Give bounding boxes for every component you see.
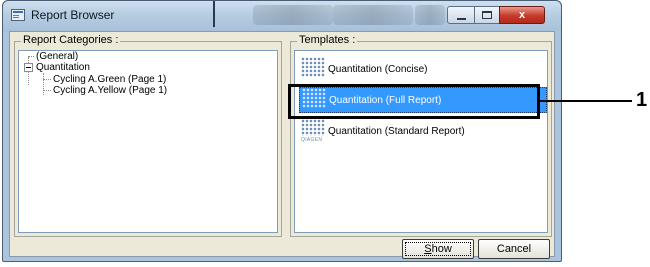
maximize-button[interactable] [474,6,500,24]
close-icon: x [518,9,526,21]
window-title: Report Browser [31,8,115,22]
template-icon [301,57,325,81]
template-label: Quantitation (Concise) [328,64,428,75]
template-item-standard-report[interactable]: QIAGEN Quantitation (Standard Report) [299,119,547,145]
tree-connector [28,56,34,57]
tree-connector [43,79,51,80]
tree-item-general[interactable]: (General) [36,51,78,62]
templates-group: Templates : Quantitation (Concise) Quant… [290,34,552,237]
tree-connector [43,90,51,91]
show-button[interactable]: Show [402,239,474,259]
tree-item-cycling-green[interactable]: Cycling A.Green (Page 1) [53,74,166,85]
background-window-title [253,5,333,25]
report-browser-window: Report Browser x Report Categories : (Ge… [2,0,562,262]
template-label: Quantitation (Standard Report) [328,126,465,137]
qiagen-template-icon: QIAGEN [301,119,325,143]
minimize-button[interactable] [447,6,475,24]
maximize-icon [482,11,492,19]
report-categories-group: Report Categories : (General) Quantitati… [14,34,282,237]
template-item-concise[interactable]: Quantitation (Concise) [299,57,547,83]
background-window-title [415,5,445,25]
cancel-button[interactable]: Cancel [478,239,550,259]
show-button-label: Show [424,243,452,255]
tree-connector [43,73,44,95]
cancel-button-label: Cancel [496,243,532,255]
close-button[interactable]: x [499,6,545,24]
templates-list[interactable]: Quantitation (Concise) Quantitation (Ful… [294,50,548,233]
templates-label: Templates : [297,34,358,46]
report-browser-icon [11,9,25,21]
minimize-icon [456,17,466,20]
report-categories-tree[interactable]: (General) Quantitation Cycling A.Green (… [18,50,278,233]
report-categories-label: Report Categories : [21,34,121,46]
collapse-icon[interactable] [24,63,33,72]
tree-item-quantitation[interactable]: Quantitation [36,62,90,73]
callout-highlight-box [288,84,540,119]
background-window-edge [213,1,215,27]
screenshot: Report Browser x Report Categories : (Ge… [0,0,650,267]
callout-line [540,100,632,102]
qiagen-icon-text: QIAGEN [301,137,323,143]
dialog-body: Report Categories : (General) Quantitati… [9,31,555,259]
background-window-title [333,5,413,25]
title-bar[interactable]: Report Browser x [3,1,561,31]
tree-item-cycling-yellow[interactable]: Cycling A.Yellow (Page 1) [53,85,167,96]
callout-number: 1 [636,89,648,111]
